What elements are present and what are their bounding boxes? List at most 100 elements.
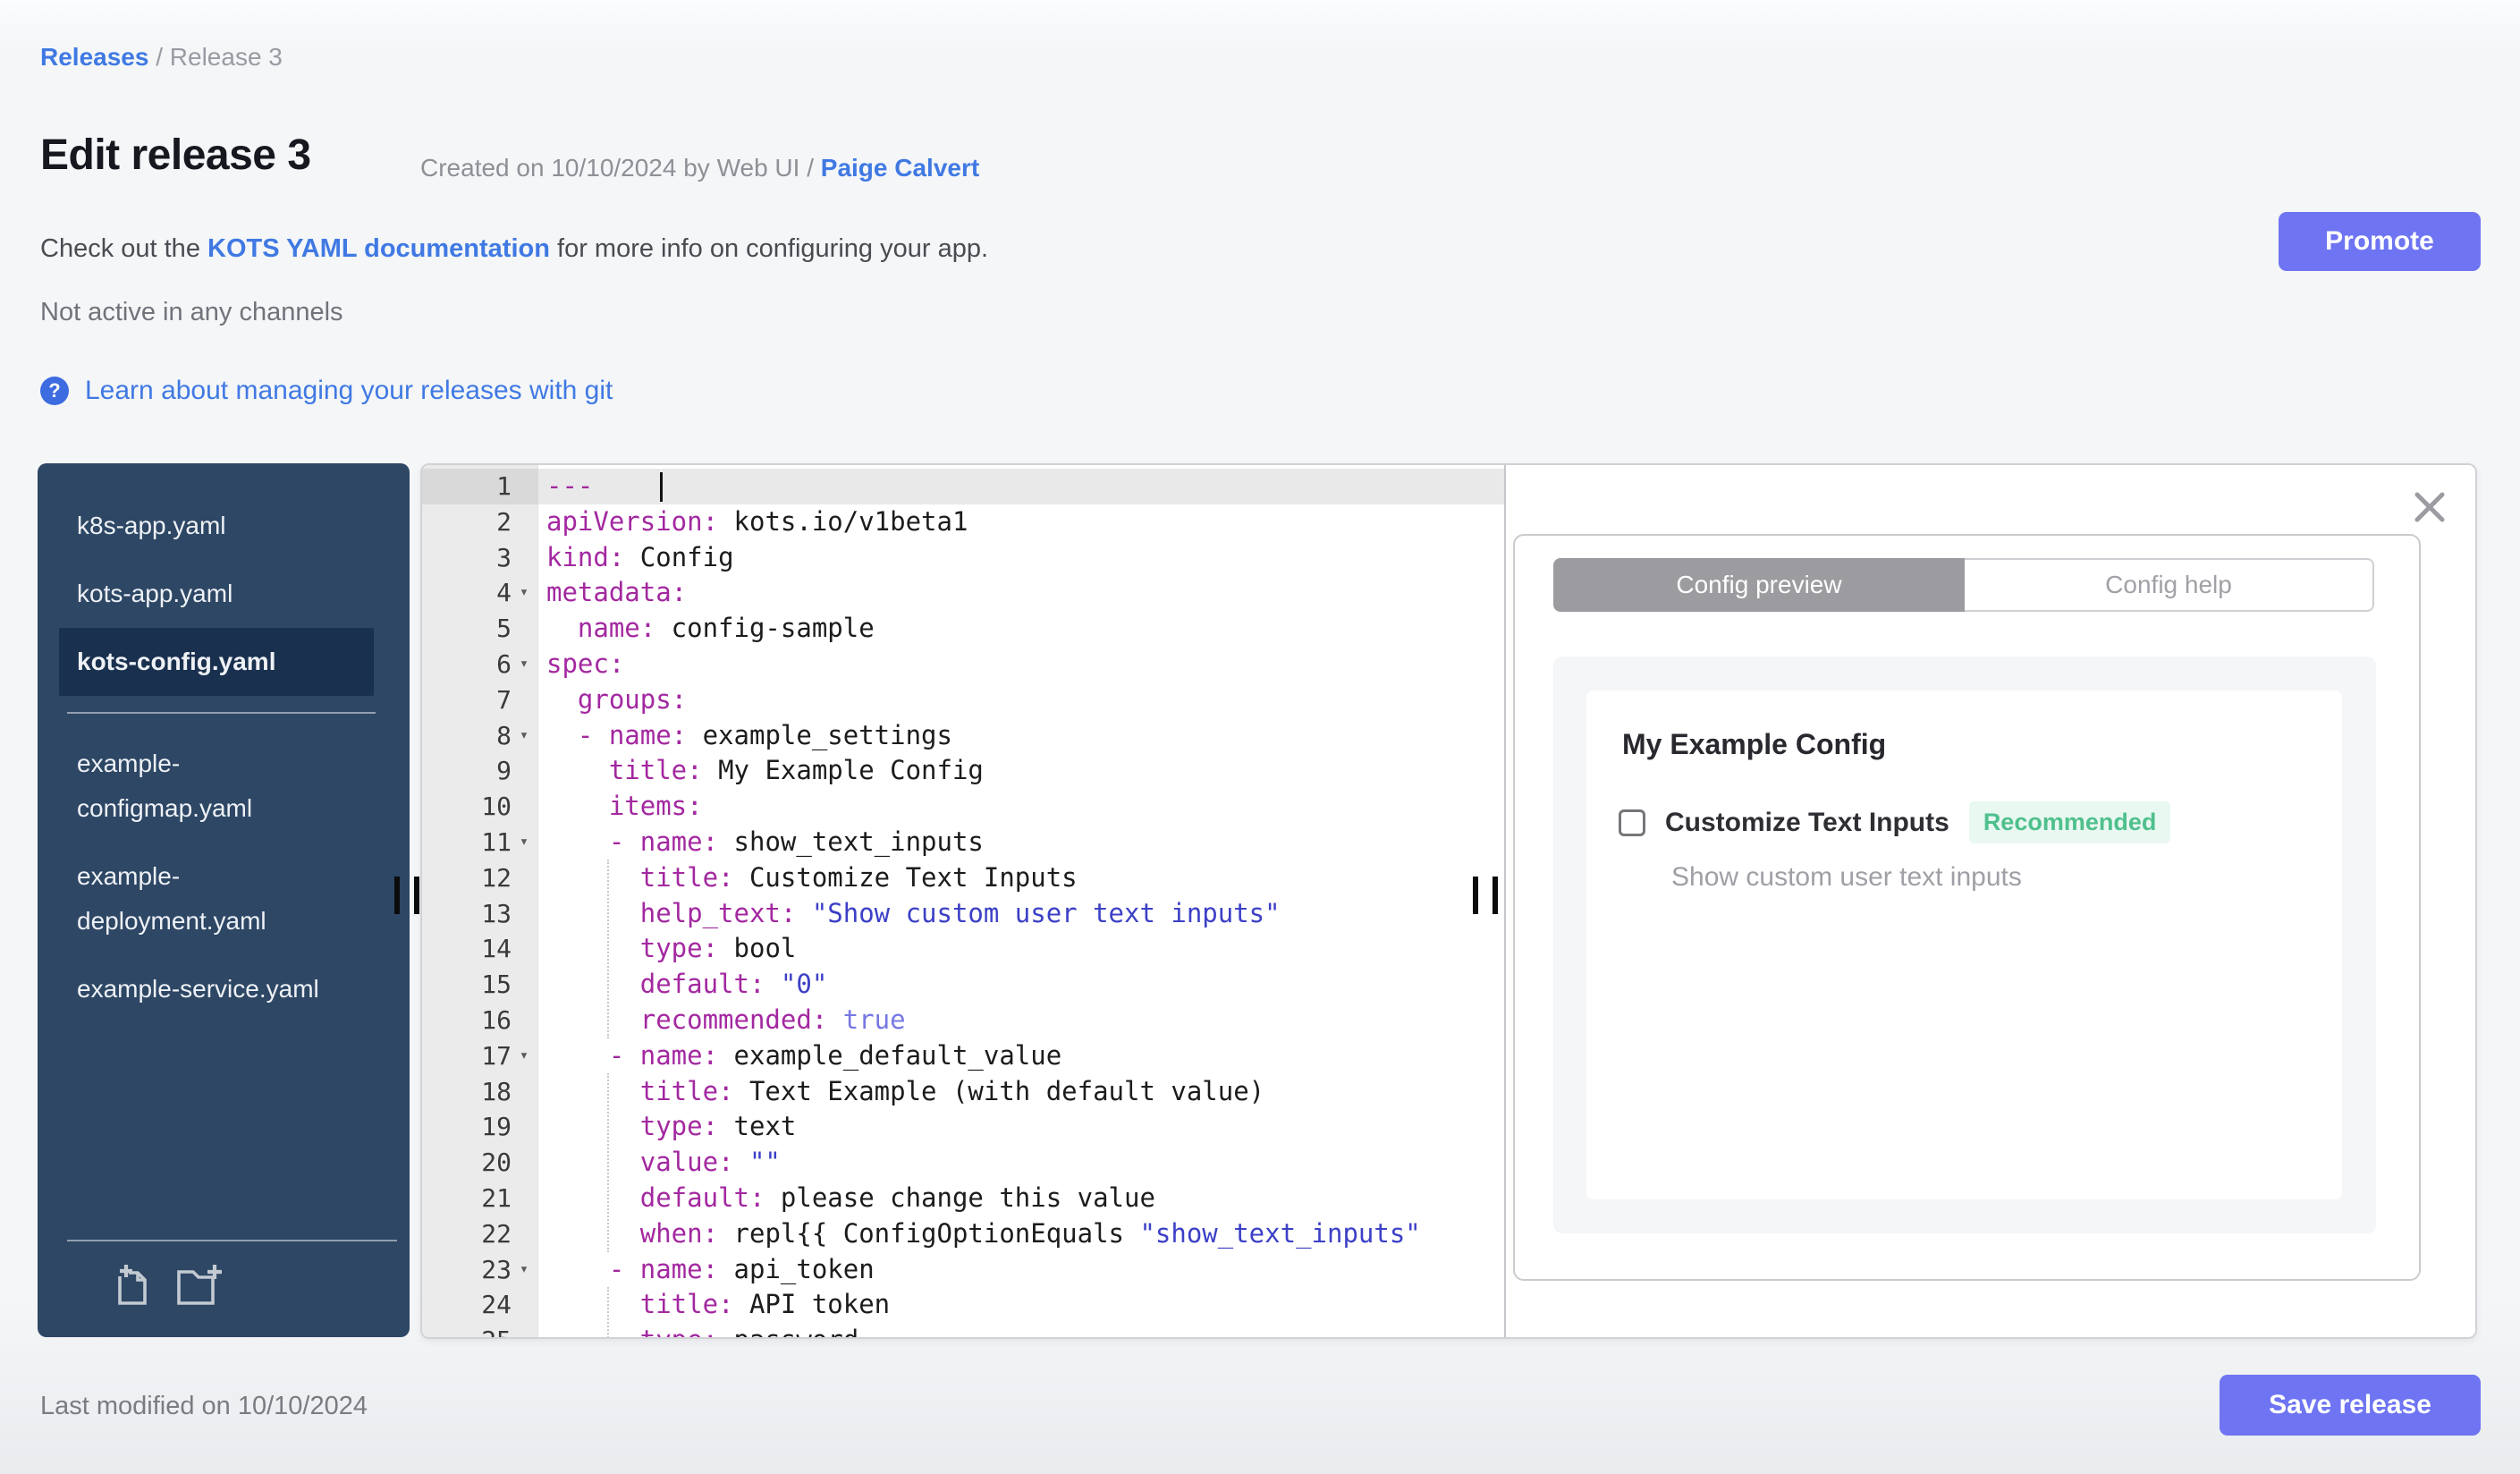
code-line[interactable]: 18 title: Text Example (with default val… [422, 1074, 1504, 1110]
sidebar-editor-drag-handle[interactable] [394, 877, 421, 914]
config-render-area: My Example Config Customize Text Inputs … [1553, 657, 2376, 1233]
tab-config-preview[interactable]: Config preview [1553, 558, 1965, 612]
line-number: 5 [496, 614, 512, 644]
editor-preview-drag-handle[interactable] [1473, 877, 1500, 914]
line-number: 11 ▾ [422, 825, 538, 860]
file-tree-footer-divider [67, 1240, 397, 1241]
code-line-text: - name: api_token [546, 1253, 875, 1284]
line-number: 24 [481, 1290, 512, 1320]
code-line[interactable]: 15 default: "0" [422, 967, 1504, 1003]
code-line[interactable]: 11 ▾ - name: show_text_inputs [422, 825, 1504, 860]
breadcrumb-separator: / [148, 43, 170, 71]
file-tree-divider [67, 712, 376, 714]
code-line-text: metadata: [546, 577, 688, 608]
file-tree-item[interactable]: k8s-app.yaml [38, 492, 388, 560]
code-line[interactable]: 21 default: please change this value [422, 1181, 1504, 1216]
file-tree-primary-group: k8s-app.yaml kots-app.yaml kots-config.yam… [38, 492, 388, 696]
yaml-code-editor[interactable]: 1 --- 2 apiVersion: kots.io/v1beta1 3 kind: C… [422, 465, 1504, 1337]
code-line[interactable]: 14 type: bool [422, 931, 1504, 967]
code-line[interactable]: 24 title: API token [422, 1287, 1504, 1323]
code-line-text: title: API token [546, 1289, 891, 1320]
file-tree-item[interactable]: example- deployment.yaml [38, 843, 388, 955]
code-line[interactable]: 1 --- [422, 469, 1504, 504]
line-number: 8 ▾ [422, 718, 538, 754]
fold-arrow-icon[interactable]: ▾ [513, 1252, 535, 1288]
code-line-text: when: repl{{ ConfigOptionEquals "show_te… [546, 1217, 1421, 1249]
fold-arrow-icon[interactable]: ▾ [513, 575, 535, 611]
code-line-text: default: "0" [546, 969, 828, 1000]
code-line[interactable]: 10 items: [422, 789, 1504, 825]
code-line-text: title: Customize Text Inputs [546, 861, 1078, 893]
code-line[interactable]: 5 name: config-sample [422, 611, 1504, 647]
git-releases-link[interactable]: Learn about managing your releases with … [85, 376, 613, 406]
code-line-text: apiVersion: kots.io/v1beta1 [546, 505, 968, 537]
code-line[interactable]: 7 groups: [422, 682, 1504, 718]
code-line-text: items: [546, 791, 703, 822]
add-folder-icon[interactable] [175, 1263, 225, 1312]
code-line-text: name: config-sample [546, 613, 875, 644]
promote-button[interactable]: Promote [2279, 212, 2481, 271]
code-line-text: default: please change this value [546, 1182, 1155, 1213]
fold-arrow-icon[interactable]: ▾ [513, 1038, 535, 1074]
close-icon[interactable] [2411, 488, 2448, 526]
code-line[interactable]: 8 ▾ - name: example_settings [422, 718, 1504, 754]
file-tree-item[interactable]: kots-config.yaml [59, 628, 374, 696]
line-number: 1 [422, 469, 538, 504]
code-line[interactable]: 6 ▾ spec: [422, 647, 1504, 682]
code-line[interactable]: 23 ▾ - name: api_token [422, 1252, 1504, 1288]
fold-arrow-icon[interactable]: ▾ [513, 647, 535, 682]
fold-arrow-icon[interactable]: ▾ [513, 718, 535, 754]
code-line-text: kind: Config [546, 541, 734, 572]
page-title: Edit release 3 [40, 131, 311, 179]
docs-suffix: for more info on configuring your app. [549, 234, 989, 263]
code-line[interactable]: 25 type: password [422, 1323, 1504, 1337]
line-number: 22 [481, 1218, 512, 1249]
line-number: 2 [496, 506, 512, 537]
line-number: 16 [481, 1005, 512, 1035]
customize-text-inputs-checkbox[interactable] [1619, 809, 1645, 836]
kots-yaml-docs-link[interactable]: KOTS YAML documentation [207, 234, 550, 263]
question-icon: ? [40, 377, 69, 405]
save-release-button[interactable]: Save release [2220, 1375, 2481, 1436]
code-line[interactable]: 2 apiVersion: kots.io/v1beta1 [422, 504, 1504, 540]
code-line[interactable]: 22 when: repl{{ ConfigOptionEquals "show… [422, 1216, 1504, 1252]
code-line[interactable]: 16 recommended: true [422, 1003, 1504, 1038]
byline-author-link[interactable]: Paige Calvert [821, 154, 979, 182]
add-file-icon[interactable] [109, 1263, 156, 1312]
tab-config-help[interactable]: Config help [1965, 558, 2374, 612]
config-item-row: Customize Text Inputs Recommended [1619, 801, 2171, 843]
file-tree-item[interactable]: example- configmap.yaml [38, 730, 388, 843]
line-number: 4 ▾ [422, 575, 538, 611]
config-group-card: My Example Config Customize Text Inputs … [1586, 690, 2342, 1199]
code-line-text: title: Text Example (with default value) [546, 1075, 1265, 1106]
recommended-badge: Recommended [1968, 801, 2171, 843]
fold-arrow-icon[interactable]: ▾ [513, 825, 535, 860]
line-number: 7 [496, 684, 512, 715]
line-number: 18 [481, 1076, 512, 1106]
line-number: 17 ▾ [422, 1038, 538, 1074]
code-line-text: - name: example_default_value [546, 1039, 1062, 1071]
channel-status: Not active in any channels [40, 298, 343, 326]
editor-and-preview-card: 1 --- 2 apiVersion: kots.io/v1beta1 3 kind: C… [420, 463, 2477, 1339]
code-line[interactable]: 13 help_text: "Show custom user text inp… [422, 896, 1504, 932]
release-byline: Created on 10/10/2024 by Web UI / Paige … [420, 154, 979, 182]
docs-prefix: Check out the [40, 234, 207, 263]
last-modified-text: Last modified on 10/10/2024 [40, 1392, 368, 1420]
line-number: 3 [496, 542, 512, 572]
git-releases-link-row[interactable]: ? Learn about managing your releases wit… [40, 376, 613, 406]
code-line-text: - name: show_text_inputs [546, 826, 984, 857]
file-tree-item[interactable]: example-service.yaml [38, 955, 388, 1023]
code-line[interactable]: 19 type: text [422, 1109, 1504, 1145]
code-line[interactable]: 17 ▾ - name: example_default_value [422, 1038, 1504, 1074]
breadcrumb-current: Release 3 [169, 43, 283, 71]
line-number: 20 [481, 1148, 512, 1178]
code-line-text: - name: example_settings [546, 719, 952, 750]
code-line[interactable]: 9 title: My Example Config [422, 753, 1504, 789]
breadcrumb-releases-link[interactable]: Releases [40, 43, 148, 71]
code-line[interactable]: 12 title: Customize Text Inputs [422, 860, 1504, 896]
code-line[interactable]: 4 ▾ metadata: [422, 575, 1504, 611]
code-line[interactable]: 20 value: "" [422, 1145, 1504, 1181]
code-line[interactable]: 3 kind: Config [422, 540, 1504, 576]
line-number: 21 [481, 1183, 512, 1213]
file-tree-item[interactable]: kots-app.yaml [38, 560, 388, 628]
